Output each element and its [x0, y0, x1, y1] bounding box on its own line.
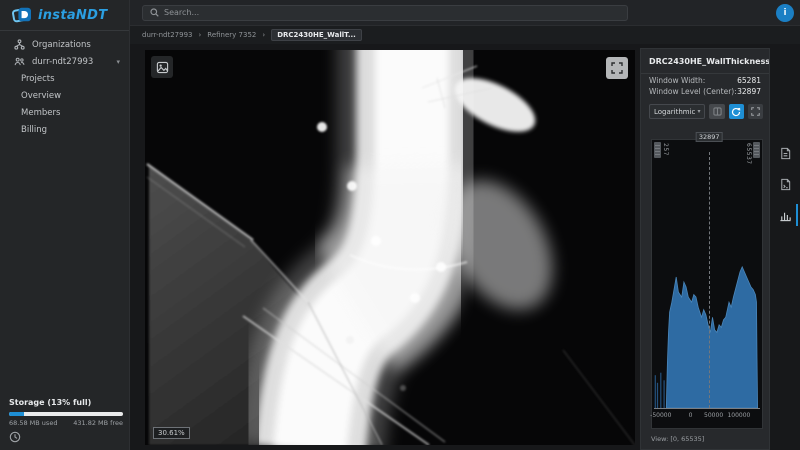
x-tick: -50000	[650, 412, 671, 419]
caret-down-icon: ▾	[697, 108, 700, 115]
sidebar-item-label: Billing	[21, 125, 47, 135]
fullscreen-icon[interactable]	[606, 57, 628, 79]
breadcrumb: durr-ndt27993 › Refinery 7352 › DRC2430H…	[130, 26, 800, 44]
app-logo: instaNDT	[0, 0, 129, 30]
chevron-down-icon[interactable]: ▾	[116, 58, 120, 66]
divider	[0, 30, 129, 31]
sidebar-item-members[interactable]: Members	[0, 104, 129, 121]
histogram-panel[interactable]: 257 65537 32897 -50000 0 50000 100000	[651, 139, 763, 429]
expand-icon	[751, 107, 760, 116]
x-tick: 50000	[704, 412, 723, 419]
xray-image	[145, 50, 635, 445]
active-tab-indicator	[796, 204, 798, 226]
logo-icon	[12, 6, 32, 24]
image-thumbnail-icon[interactable]	[151, 56, 173, 78]
view-range-label: View: [0, 65535]	[651, 435, 704, 443]
window-width-label: Window Width:	[649, 76, 705, 85]
histogram-icon[interactable]	[776, 206, 794, 224]
window-min-label: 257	[662, 143, 669, 156]
sidebar-item-billing[interactable]: Billing	[0, 121, 129, 138]
sidebar-item-organization-current[interactable]: durr-ndt27993 ▾	[0, 53, 129, 70]
storage-title: Storage (13% full)	[9, 398, 123, 407]
window-width-value: 65281	[737, 76, 761, 85]
storage-free: 431.82 MB free	[73, 419, 123, 427]
storage-widget: Storage (13% full) 68.58 MB used 431.82 …	[9, 398, 123, 446]
reset-icon	[731, 107, 741, 117]
sidebar-item-label: Organizations	[32, 40, 91, 50]
histogram-x-axis	[654, 408, 760, 409]
hierarchy-icon	[14, 39, 25, 50]
window-level-label: Window Level (Center):	[649, 87, 737, 96]
sidebar-item-label: Members	[21, 108, 60, 118]
report-icon[interactable]	[776, 144, 794, 162]
search-icon	[150, 8, 159, 17]
image-title: DRC2430HE_WallThickness_WeldSeamT...	[641, 49, 769, 74]
scale-mode-value: Logarithmic	[654, 108, 695, 116]
sidebar-item-projects[interactable]: Projects	[0, 70, 129, 87]
breadcrumb-separator: ›	[198, 31, 201, 39]
sidebar-item-overview[interactable]: Overview	[0, 87, 129, 104]
breadcrumb-project[interactable]: Refinery 7352	[207, 31, 256, 39]
storage-used: 68.58 MB used	[9, 419, 57, 427]
x-tick: 100000	[727, 412, 750, 419]
sidebar-nav: Organizations durr-ndt27993 ▾ Projects O…	[0, 36, 129, 138]
image-inspector-panel: DRC2430HE_WallThickness_WeldSeamT... Win…	[640, 48, 770, 450]
zoom-level-badge: 30.61%	[153, 427, 190, 439]
app-name: instaNDT	[38, 8, 107, 23]
team-icon	[14, 56, 25, 67]
window-level-marker-value: 32897	[696, 132, 723, 142]
window-level-marker-line[interactable]	[709, 152, 710, 408]
adjust-window-button[interactable]	[709, 104, 724, 119]
right-icon-rail	[770, 48, 800, 450]
reset-window-button[interactable]	[729, 104, 744, 119]
topbar	[130, 0, 800, 26]
xray-viewer[interactable]: 30.61%	[145, 50, 635, 445]
metadata-icon[interactable]	[776, 175, 794, 193]
sidebar-item-label: Overview	[21, 91, 61, 101]
fit-range-button[interactable]	[748, 104, 763, 119]
sidebar-item-label: durr-ndt27993	[32, 57, 93, 67]
storage-progress-fill	[9, 412, 24, 416]
scale-mode-select[interactable]: Logarithmic ▾	[649, 104, 705, 119]
search-input[interactable]	[164, 8, 620, 17]
storage-progress-bar	[9, 412, 123, 416]
breadcrumb-organization[interactable]: durr-ndt27993	[142, 31, 192, 39]
sidebar-item-label: Projects	[21, 74, 55, 84]
sidebar: instaNDT Organizations durr-ndt27993 ▾ P…	[0, 0, 130, 450]
breadcrumb-current-image[interactable]: DRC2430HE_WallT...	[271, 29, 362, 41]
x-tick: 0	[689, 412, 693, 419]
adjust-icon	[713, 107, 722, 116]
histogram-chart	[652, 156, 762, 408]
breadcrumb-separator: ›	[262, 31, 265, 39]
search-box[interactable]	[142, 5, 628, 21]
user-avatar[interactable]: i	[776, 4, 794, 22]
sidebar-item-organizations[interactable]: Organizations	[0, 36, 129, 53]
window-level-value: 32897	[737, 87, 761, 96]
history-icon[interactable]	[9, 431, 21, 446]
